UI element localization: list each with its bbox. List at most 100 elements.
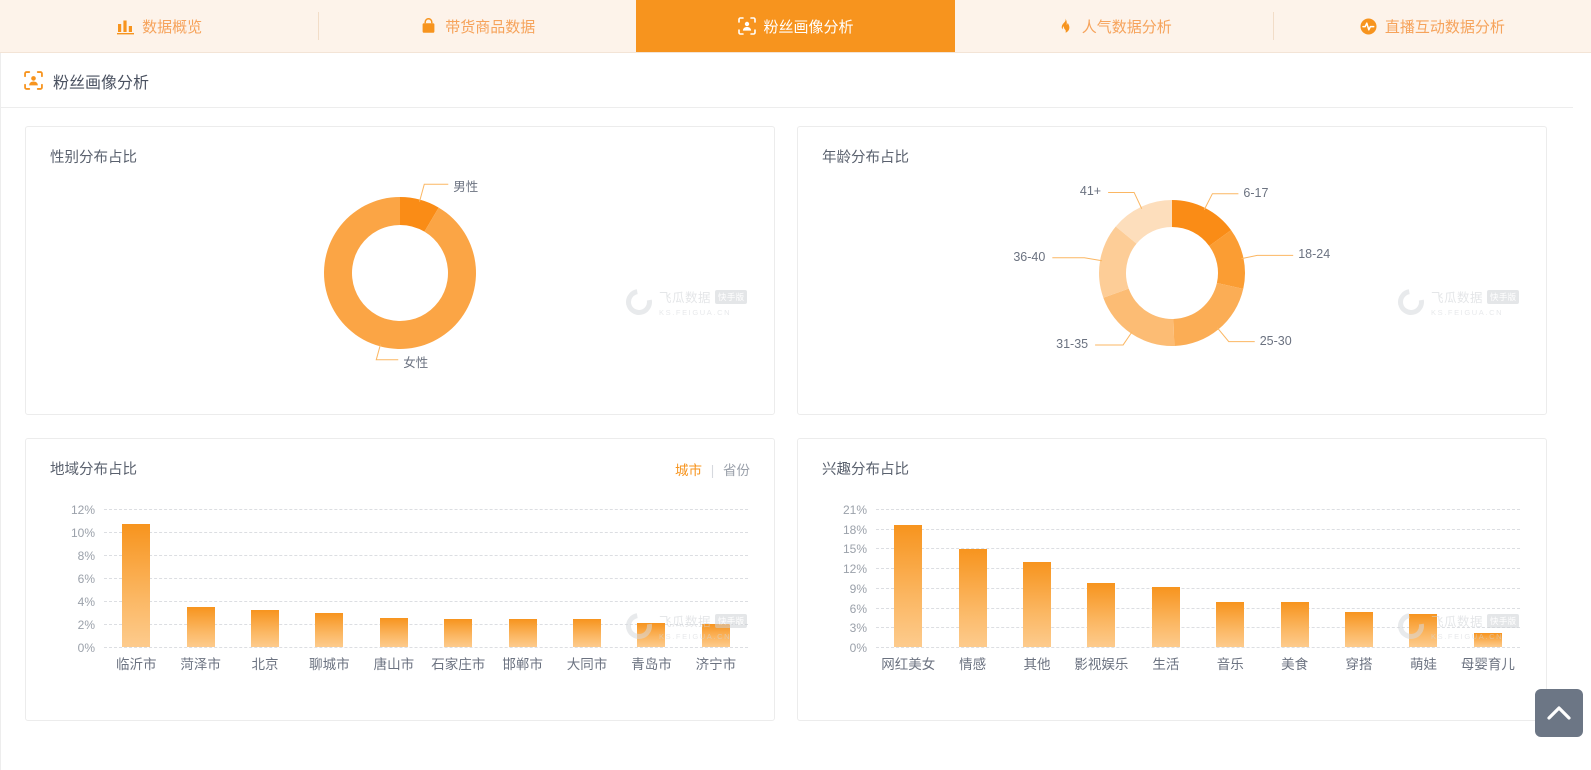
bar-column[interactable] (876, 509, 940, 647)
bar-column[interactable] (1262, 509, 1326, 647)
bar-column[interactable] (1327, 509, 1391, 647)
x-axis-tick-label: 网红美女 (881, 657, 936, 672)
plot-area: 0% 3% 6% 9% 12% 15% 18% 21% (843, 503, 1520, 655)
y-axis-tick-label: 8% (77, 549, 95, 563)
gender-donut-chart[interactable]: 男性女性 (26, 167, 774, 382)
bar-column[interactable] (940, 509, 1004, 647)
bar-column[interactable] (1005, 509, 1069, 647)
bar[interactable] (1345, 611, 1374, 647)
bar[interactable] (573, 619, 602, 647)
tab-live-interaction-analysis[interactable]: 直播互动数据分析 (1272, 0, 1591, 52)
page-root: 数据概览 带货商品数据 粉丝画像分析 人气数据分析 直播互动数据分析 粉丝画像分… (0, 0, 1591, 770)
bar-column[interactable] (490, 509, 554, 647)
card-gender-distribution: 性别分布占比 男性 女性 飞瓜数据 快手版 KS.FEIGUA.CN (25, 126, 775, 415)
bar[interactable] (508, 619, 537, 647)
toggle-option-city[interactable]: 城市 (675, 463, 702, 478)
section-header: 粉丝画像分析 (0, 53, 1573, 108)
pulse-circle-icon (1359, 17, 1378, 36)
bar[interactable] (122, 523, 151, 647)
y-axis-tick-label: 0% (849, 641, 867, 655)
card-title: 性别分布占比 (50, 150, 137, 166)
bar[interactable] (186, 606, 215, 647)
y-axis-tick-label: 21% (842, 503, 867, 517)
bar[interactable] (1151, 586, 1180, 647)
region-bar-chart[interactable]: 0% 2% 4% 6% 8% 10% 12% 临沂市 菏泽市 北京 聊城市 唐山市 石家庄市 邯郸市 大同市… (26, 501, 774, 701)
y-axis-tick-label: 12% (842, 562, 867, 577)
interest-bar-chart[interactable]: 0% 3% 6% 9% 12% 15% 18% 21% 网红美女 情感 其他 影视娱乐 生活 音乐 美食 穿搭… (798, 501, 1546, 701)
x-axis-tick-label: 唐山市 (373, 657, 415, 672)
donut-slice-label: 男性 (453, 180, 479, 195)
bar-column[interactable] (1391, 509, 1455, 647)
bar[interactable] (1409, 614, 1438, 647)
left-rail-divider (0, 53, 1, 770)
bar[interactable] (444, 619, 473, 647)
x-axis-tick-label: 青岛市 (631, 657, 672, 672)
bar-column[interactable] (297, 509, 361, 647)
bar-column[interactable] (426, 509, 490, 647)
bar[interactable] (1280, 602, 1309, 647)
bar[interactable] (701, 624, 730, 647)
bar[interactable] (251, 610, 280, 647)
bar[interactable] (1473, 632, 1502, 647)
bar[interactable] (1087, 582, 1116, 647)
bar-column[interactable] (619, 509, 683, 647)
donut-slice-label: 31-35 (1056, 336, 1089, 351)
x-axis-tick-label: 美食 (1281, 657, 1309, 672)
y-axis-tick-label: 3% (849, 621, 867, 636)
region-scope-toggle: 城市 | 省份 (675, 459, 750, 479)
bar-column[interactable] (555, 509, 619, 647)
gridline: 0% (850, 641, 1520, 655)
bar-column[interactable] (1456, 509, 1520, 647)
bar[interactable] (379, 618, 408, 647)
bar-column[interactable] (1198, 509, 1262, 647)
x-axis-labels: 临沂市 菏泽市 北京 聊城市 唐山市 石家庄市 邯郸市 大同市 青岛市 济宁市 (104, 653, 748, 673)
charts-grid: 性别分布占比 男性 女性 飞瓜数据 快手版 KS.FEIGUA.CN 年龄分布占比… (0, 108, 1591, 721)
x-axis-tick-label: 音乐 (1216, 657, 1244, 672)
x-axis-tick-label: 情感 (959, 657, 987, 672)
card-header: 兴趣分布占比 (798, 439, 1546, 479)
bar-series (104, 509, 748, 647)
chevron-up-icon (1547, 705, 1571, 721)
tab-label: 人气数据分析 (1081, 18, 1172, 36)
tab-product-data[interactable]: 带货商品数据 (318, 0, 636, 52)
donut-slice-label: 女性 (403, 355, 429, 370)
toggle-option-province[interactable]: 省份 (723, 463, 750, 478)
y-axis-tick-label: 15% (842, 542, 867, 557)
x-axis-tick-label: 萌娃 (1409, 657, 1437, 672)
y-axis-tick-label: 6% (849, 601, 867, 616)
bar-column[interactable] (684, 509, 748, 647)
bar[interactable] (1023, 561, 1052, 647)
tab-label: 带货商品数据 (445, 18, 536, 36)
flame-icon (1056, 17, 1075, 36)
y-axis-tick-label: 0% (77, 641, 95, 655)
tab-popularity-analysis[interactable]: 人气数据分析 (955, 0, 1273, 52)
x-axis-tick-label: 邯郸市 (502, 657, 543, 672)
tab-label: 粉丝画像分析 (763, 18, 854, 36)
fan-portrait-icon (738, 17, 757, 36)
plot-area: 0% 2% 4% 6% 8% 10% 12% (71, 503, 748, 655)
shopping-bag-icon (419, 17, 438, 36)
y-axis-tick-label: 18% (842, 522, 867, 537)
bar[interactable] (637, 622, 666, 647)
bar[interactable] (958, 549, 987, 647)
age-donut-chart[interactable]: 6-17 18-24 25-30 31-35 36-40 41+ (798, 167, 1546, 382)
y-axis-tick-label: 10% (70, 526, 95, 540)
bar-column[interactable] (168, 509, 232, 647)
bar-column[interactable] (1069, 509, 1133, 647)
bar-column[interactable] (362, 509, 426, 647)
bar[interactable] (1216, 601, 1245, 647)
bar-column[interactable] (104, 509, 168, 647)
bar-column[interactable] (1134, 509, 1198, 647)
x-axis-tick-label: 北京 (251, 657, 279, 672)
toggle-separator: | (710, 462, 715, 478)
bar[interactable] (315, 612, 344, 647)
x-axis-tick-label: 影视娱乐 (1074, 657, 1129, 672)
bar-column[interactable] (233, 509, 297, 647)
tab-data-overview[interactable]: 数据概览 (0, 0, 318, 52)
bar[interactable] (894, 525, 923, 647)
x-axis-tick-label: 其他 (1023, 657, 1051, 672)
tab-fan-portrait[interactable]: 粉丝画像分析 (636, 0, 955, 52)
back-to-top-button[interactable] (1535, 689, 1583, 737)
y-axis-tick-label: 4% (77, 595, 95, 609)
x-axis-tick-label: 生活 (1152, 657, 1180, 672)
